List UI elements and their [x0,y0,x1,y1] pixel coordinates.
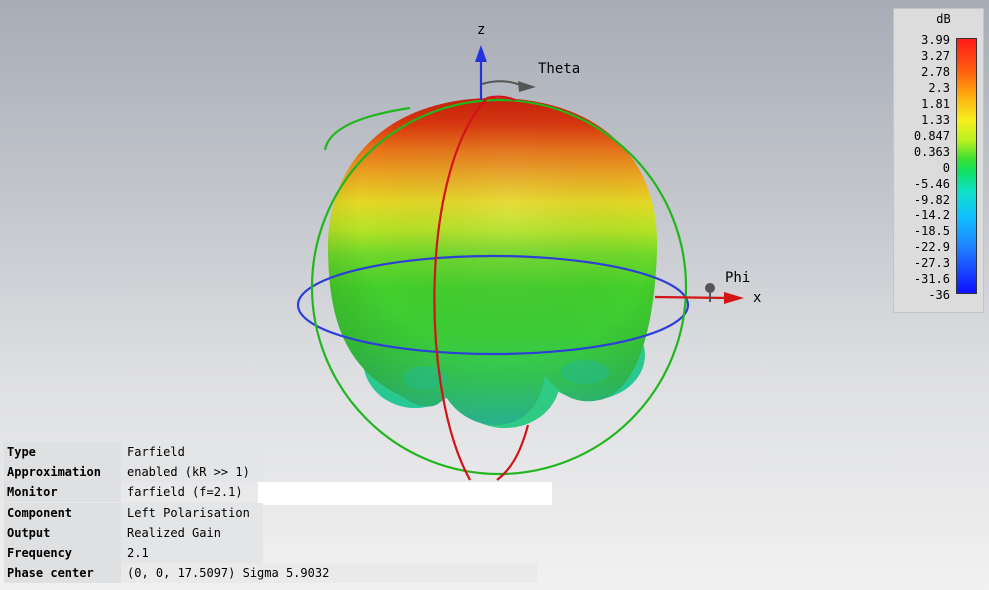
legend-tick: 0.847 [913,128,950,143]
theta-arrow-icon [481,80,536,92]
legend-tick: 0.363 [913,144,950,159]
x-axis [654,292,744,304]
info-key: Phase center [4,563,121,584]
legend-tick: -9.82 [913,192,950,207]
phi-label: Phi [725,270,750,286]
info-value: Left Polarisation [121,502,263,523]
farfield-pattern-body [328,98,658,425]
legend-tick: -18.5 [913,224,950,239]
z-axis [475,45,487,100]
colorbar-gradient [956,38,977,294]
legend-tick: -27.3 [913,256,950,271]
info-key: Type [4,442,121,462]
legend-tick: 3.27 [921,48,950,63]
info-value: Realized Gain [121,522,263,543]
legend-unit: dB [936,12,951,26]
legend-tick: -22.9 [913,240,950,255]
legend-tick: 2.78 [921,64,950,79]
legend-tick: 2.3 [928,80,950,95]
info-key: Approximation [4,462,121,483]
legend-tick: 1.81 [921,96,950,111]
monitor-highlight-field [258,482,552,505]
legend-tick: -14.2 [913,208,950,223]
legend-tick: -36 [928,288,950,303]
info-key: Output [4,522,121,543]
legend-tick: -31.6 [913,272,950,287]
info-key: Monitor [4,482,121,503]
colorbar-legend: dB 3.99 3.27 2.78 2.3 1.81 1.33 0.847 0.363 0 -5.… [893,8,984,313]
legend-tick: 0 [942,160,950,175]
info-value: Farfield [121,442,263,462]
info-key: Component [4,502,121,523]
legend-tick: -5.46 [913,176,950,191]
info-value: 2.1 [121,543,263,563]
phi-arrow-icon [705,283,715,302]
info-value: farfield (f=2.1) [127,485,243,500]
theta-label: Theta [538,61,580,77]
z-axis-label: z [477,22,485,38]
info-value: (0, 0, 17.5097) Sigma 5.9032 [121,563,537,584]
info-value: enabled (kR >> 1) [121,462,263,483]
legend-tick: 3.99 [921,33,950,47]
legend-tick: 1.33 [921,112,950,127]
info-key: Frequency [4,543,121,563]
x-axis-label: x [753,290,761,306]
